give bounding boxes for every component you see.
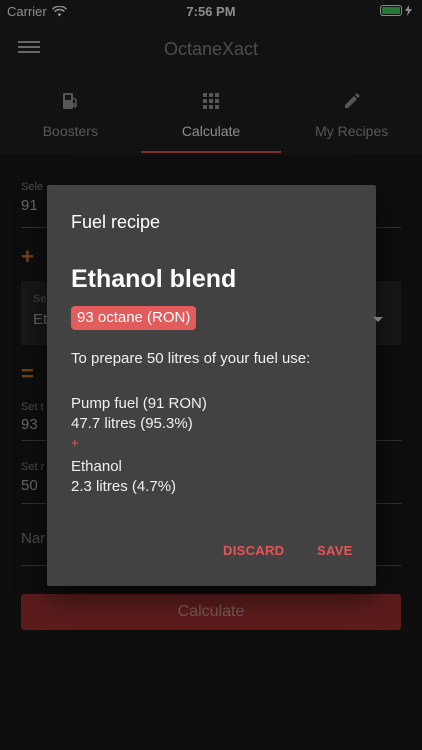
recipe-name: Ethanol blend xyxy=(71,265,237,293)
recipe-intro-text: To prepare 50 litres of your fuel use: xyxy=(71,350,311,367)
octane-badge: 93 octane (RON) xyxy=(71,306,197,330)
fuel-recipe-dialog: Fuel recipe Ethanol blend 93 octane (RON… xyxy=(47,185,376,586)
discard-button[interactable]: DISCARD xyxy=(223,543,284,558)
ingredient-1-name: Pump fuel (91 RON) xyxy=(71,395,207,412)
ingredient-2-amount: 2.3 litres (4.7%) xyxy=(71,478,177,495)
chevron-down-icon[interactable] xyxy=(373,317,383,322)
save-button[interactable]: SAVE xyxy=(317,543,353,558)
ingredient-2-name: Ethanol xyxy=(71,458,122,475)
dialog-title: Fuel recipe xyxy=(71,212,161,232)
ingredient-1-amount: 47.7 litres (95.3%) xyxy=(71,415,193,432)
plus-separator: + xyxy=(71,435,79,450)
